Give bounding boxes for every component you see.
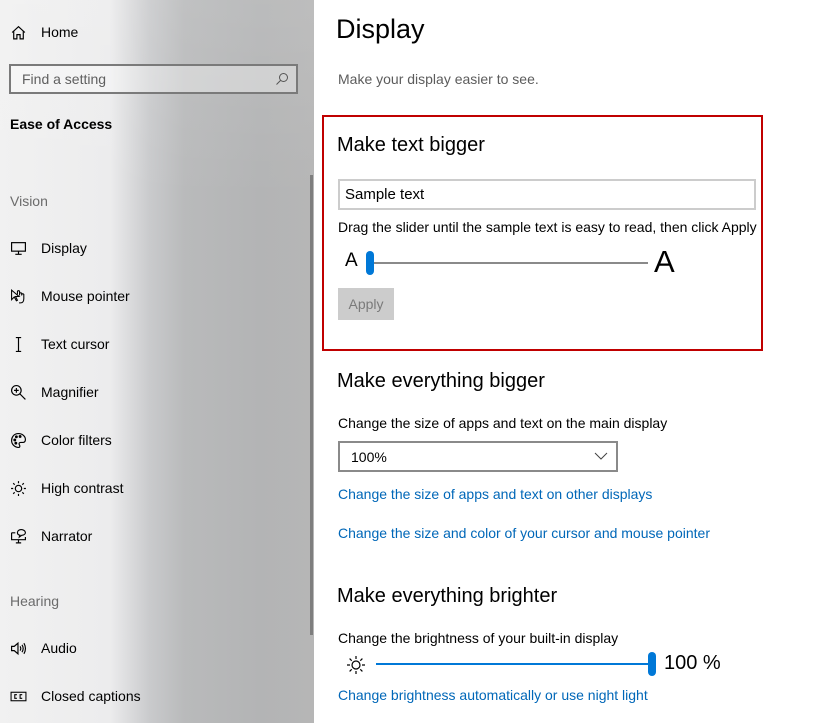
chevron-down-icon xyxy=(594,452,608,460)
high-contrast-icon xyxy=(9,479,27,497)
brightness-slider-thumb[interactable] xyxy=(648,652,656,676)
scale-dropdown-value: 100% xyxy=(351,448,387,465)
sidebar-item-closed-captions[interactable]: Closed captions xyxy=(0,678,300,714)
brightness-sun-icon xyxy=(347,656,365,674)
sidebar-item-label: High contrast xyxy=(41,480,124,496)
sidebar-item-home[interactable]: Home xyxy=(0,14,300,50)
speaker-icon xyxy=(9,639,27,657)
sidebar-item-text-cursor[interactable]: Text cursor xyxy=(0,326,300,362)
section-label-hearing: Hearing xyxy=(10,593,60,609)
scale-dropdown[interactable]: 100% xyxy=(338,441,618,472)
section-title-everything-bigger: Make everything bigger xyxy=(337,370,545,392)
sample-text-preview: Sample text xyxy=(338,179,756,210)
monitor-icon xyxy=(9,239,27,257)
small-a-label: A xyxy=(345,250,358,271)
section-title-text-bigger: Make text bigger xyxy=(337,134,485,156)
sidebar-item-label: Narrator xyxy=(41,528,93,544)
sidebar-item-label: Home xyxy=(41,24,79,40)
apply-button[interactable]: Apply xyxy=(338,288,394,320)
link-cursor-pointer[interactable]: Change the size and color of your cursor… xyxy=(338,525,710,541)
settings-window: Home Ease of Access Vision Display Mouse… xyxy=(0,0,819,723)
link-other-displays[interactable]: Change the size of apps and text on othe… xyxy=(338,486,652,502)
sidebar-item-high-contrast[interactable]: High contrast xyxy=(0,470,300,506)
search-icon[interactable] xyxy=(275,72,289,86)
page-subtitle: Make your display easier to see. xyxy=(338,71,539,87)
sidebar-scrollbar[interactable] xyxy=(310,175,313,635)
mouse-pointer-icon xyxy=(9,287,27,305)
narrator-icon xyxy=(9,527,27,545)
sidebar-item-label: Closed captions xyxy=(41,688,141,704)
text-cursor-icon xyxy=(9,335,27,353)
sidebar-item-label: Audio xyxy=(41,640,77,656)
main-content: Display Make your display easier to see.… xyxy=(314,0,819,723)
sidebar-category: Ease of Access xyxy=(10,116,113,132)
brightness-description: Change the brightness of your built-in d… xyxy=(338,630,619,646)
page-title: Display xyxy=(336,14,425,44)
sidebar-item-narrator[interactable]: Narrator xyxy=(0,518,300,554)
search-input[interactable] xyxy=(22,71,262,87)
magnifier-icon xyxy=(9,383,27,401)
sidebar-item-label: Mouse pointer xyxy=(41,288,130,304)
sidebar-item-label: Color filters xyxy=(41,432,112,448)
sidebar-item-label: Text cursor xyxy=(41,336,110,352)
home-icon xyxy=(9,23,27,41)
search-box[interactable] xyxy=(9,64,298,94)
text-size-slider-track[interactable] xyxy=(372,262,648,264)
sidebar: Home Ease of Access Vision Display Mouse… xyxy=(0,0,314,723)
scale-description: Change the size of apps and text on the … xyxy=(338,415,668,431)
section-label-vision: Vision xyxy=(10,193,48,209)
link-night-light[interactable]: Change brightness automatically or use n… xyxy=(338,687,648,703)
text-size-slider-thumb[interactable] xyxy=(366,251,374,275)
sidebar-item-color-filters[interactable]: Color filters xyxy=(0,422,300,458)
sidebar-item-label: Display xyxy=(41,240,87,256)
closed-captions-icon xyxy=(9,687,27,705)
brightness-value: 100 % xyxy=(664,652,721,674)
sidebar-item-mouse-pointer[interactable]: Mouse pointer xyxy=(0,278,300,314)
brightness-slider-track[interactable] xyxy=(376,663,652,665)
sidebar-item-label: Magnifier xyxy=(41,384,99,400)
sidebar-item-magnifier[interactable]: Magnifier xyxy=(0,374,300,410)
section-title-brighter: Make everything brighter xyxy=(337,585,558,607)
sidebar-item-audio[interactable]: Audio xyxy=(0,630,300,666)
text-size-instructions: Drag the slider until the sample text is… xyxy=(338,219,757,235)
palette-icon xyxy=(9,431,27,449)
sidebar-item-display[interactable]: Display xyxy=(0,230,300,266)
large-a-label: A xyxy=(654,244,675,279)
